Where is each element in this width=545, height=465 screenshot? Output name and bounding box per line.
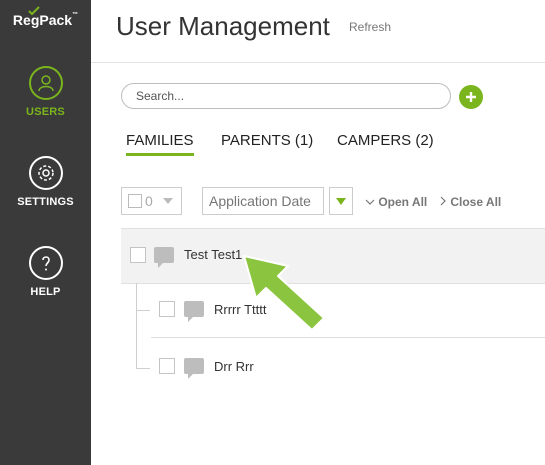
sidebar-item-help[interactable]: HELP [0,246,91,298]
family-checkbox[interactable] [130,247,146,263]
tree-line [136,310,150,311]
refresh-link[interactable]: Refresh [349,20,391,34]
logo-tm: ™ [72,12,79,18]
caret-down-icon [162,198,173,204]
pointer-arrow-icon [243,255,325,331]
tree-line [136,283,137,369]
sidebar-item-label: USERS [26,106,65,118]
caret-down-icon [336,197,346,205]
chevron-right-icon [440,196,446,206]
open-all-button[interactable]: Open All [365,195,427,209]
add-button[interactable] [459,85,483,109]
logo-check-icon [28,6,40,16]
regpack-logo[interactable]: RegPack™ [0,6,91,28]
family-row[interactable]: Test Test1 [121,228,545,284]
close-all-label: Close All [450,195,502,209]
select-all-checkbox[interactable] [128,194,142,208]
application-date-field[interactable] [202,187,324,215]
sidebar: RegPack™ USERS SETTINGS HELP [0,0,91,465]
chat-icon[interactable] [154,247,174,268]
tab-families[interactable]: FAMILIES [126,132,194,156]
row-divider [151,337,545,338]
tab-campers[interactable]: CAMPERS (2) [337,132,434,153]
tab-parents[interactable]: PARENTS (1) [221,132,313,153]
bulk-select-dropdown[interactable]: 0 [121,187,182,215]
chat-icon[interactable] [184,358,204,379]
gear-icon [28,156,63,190]
close-all-button[interactable]: Close All [440,195,501,209]
family-name[interactable]: Test Test1 [184,247,242,262]
sidebar-item-settings[interactable]: SETTINGS [0,156,91,208]
page-header: User Management Refresh [91,0,545,63]
plus-icon [466,92,476,102]
search-input[interactable] [121,83,451,109]
open-all-label: Open All [378,195,428,209]
member-name[interactable]: Drr Rrr [214,359,254,374]
question-icon [28,246,63,280]
member-checkbox[interactable] [159,358,175,374]
member-checkbox[interactable] [159,301,175,317]
page-title: User Management [116,11,330,41]
chat-icon[interactable] [184,301,204,322]
sidebar-item-label: HELP [30,286,61,298]
tree-line [136,368,150,369]
logo-text: RegPack [12,12,73,28]
sidebar-item-label: SETTINGS [17,196,74,208]
user-icon [28,66,63,100]
selected-count: 0 [145,193,153,209]
chevron-down-icon [365,199,375,205]
date-dropdown-button[interactable] [329,187,353,215]
sidebar-item-users[interactable]: USERS [0,66,91,118]
